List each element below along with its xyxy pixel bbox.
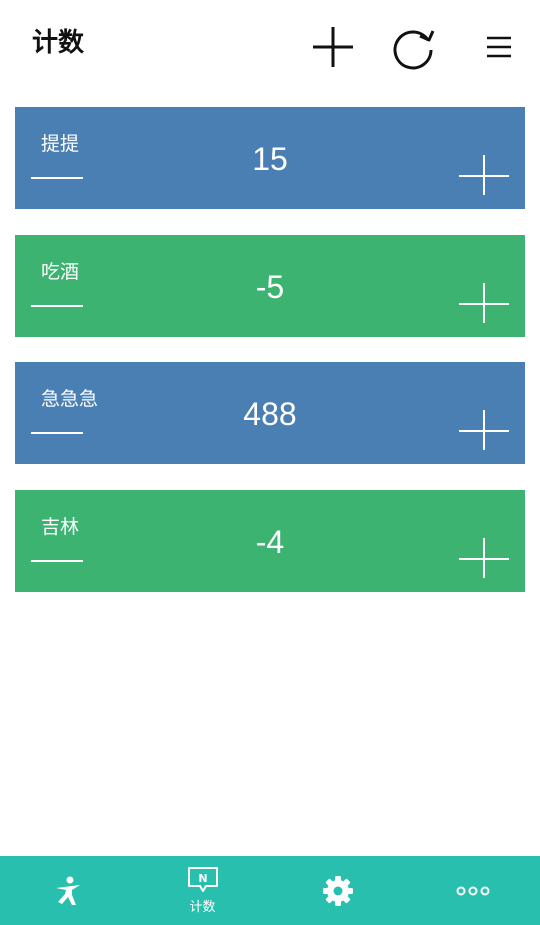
- counter-name: 吃酒: [41, 261, 80, 283]
- app-header: 计数: [0, 0, 540, 90]
- counter-name: 提提: [41, 133, 80, 155]
- decrement-button[interactable]: [29, 422, 85, 446]
- nav-item-counter[interactable]: N 计数: [135, 856, 270, 925]
- decrement-button[interactable]: [29, 550, 85, 574]
- plus-icon-vertical: [483, 155, 485, 195]
- counter-value: 15: [252, 141, 288, 177]
- minus-icon: [31, 305, 83, 307]
- counter-name: 急急急: [41, 388, 99, 410]
- counter-value: -5: [255, 269, 285, 305]
- increment-button[interactable]: [457, 536, 513, 582]
- increment-button[interactable]: [457, 408, 513, 454]
- increment-button[interactable]: [457, 153, 513, 199]
- increment-button[interactable]: [457, 281, 513, 327]
- menu-button[interactable]: [474, 22, 524, 72]
- counter-value: -4: [255, 524, 285, 560]
- nav-label-counter: 计数: [189, 900, 216, 915]
- minus-icon: [31, 177, 83, 179]
- refresh-button[interactable]: [388, 22, 438, 72]
- counter-value: 488: [243, 396, 297, 432]
- counter-name: 吉林: [41, 516, 80, 538]
- decrement-button[interactable]: [29, 295, 85, 319]
- nav-item-settings[interactable]: [270, 856, 405, 925]
- nav-item-more[interactable]: [405, 856, 540, 925]
- minus-icon: [31, 560, 83, 562]
- plus-icon-vertical: [483, 538, 485, 578]
- minus-icon: [31, 432, 83, 434]
- refresh-icon: [393, 30, 435, 70]
- plus-icon-vertical: [483, 410, 485, 450]
- counter-icon: N: [187, 867, 218, 892]
- counter-card: 吉林 -4: [15, 490, 525, 592]
- counter-icon-badge: N: [198, 872, 207, 885]
- plus-icon: [313, 27, 353, 67]
- more-icon: [456, 886, 489, 895]
- add-counter-button[interactable]: [308, 22, 358, 72]
- plus-icon-vertical: [483, 283, 485, 323]
- nav-item-person[interactable]: [0, 856, 135, 925]
- bottom-navigation: N 计数: [0, 856, 540, 925]
- person-icon: [55, 876, 80, 905]
- counter-card: 急急急 488: [15, 362, 525, 464]
- counter-card: 吃酒 -5: [15, 235, 525, 337]
- gear-icon: [322, 875, 353, 906]
- decrement-button[interactable]: [29, 167, 85, 191]
- page-title: 计数: [32, 28, 85, 58]
- counter-card: 提提 15: [15, 107, 525, 209]
- menu-icon: [487, 36, 511, 58]
